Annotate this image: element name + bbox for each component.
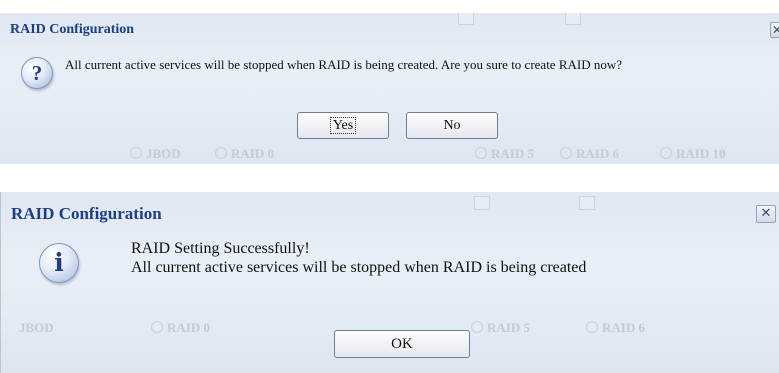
dialog-title: RAID Configuration — [10, 22, 135, 37]
yes-button-label: Yes — [329, 117, 357, 134]
yes-button[interactable]: Yes — [297, 112, 389, 139]
no-button[interactable]: No — [406, 112, 498, 139]
background-radio-jbod: JBOD — [19, 320, 54, 335]
services-warning-message: All current active services will be stop… — [131, 259, 587, 276]
background-radio-raid0: RAID 0 — [151, 320, 210, 336]
ok-button[interactable]: OK — [334, 330, 470, 358]
background-radio-raid5: RAID 5 — [475, 146, 534, 162]
raid-success-dialog: JBOD RAID 0 RAID 5 RAID 6 RAID Configura… — [0, 192, 779, 373]
raid-confirm-dialog: JBOD RAID 0 RAID 5 RAID 6 RAID 10 RAID C… — [0, 13, 779, 164]
question-icon: ? — [21, 57, 53, 89]
background-radio-raid0: RAID 0 — [215, 146, 274, 162]
background-checkbox — [579, 196, 595, 210]
background-checkbox — [458, 13, 474, 25]
dialog-message: All current active services will be stop… — [65, 57, 623, 72]
background-radio-raid5: RAID 5 — [471, 320, 530, 336]
background-checkbox — [474, 196, 490, 210]
background-radio-raid10: RAID 10 — [660, 146, 725, 162]
close-icon[interactable]: ✕ — [756, 205, 776, 223]
success-message: RAID Setting Successfully! — [131, 240, 310, 257]
info-icon: i — [39, 243, 79, 283]
background-checkbox — [565, 13, 581, 25]
dialog-title: RAID Configuration — [11, 204, 162, 223]
background-radio-raid6: RAID 6 — [586, 320, 645, 336]
close-icon[interactable]: ✕ — [770, 22, 779, 38]
background-radio-raid6: RAID 6 — [560, 146, 619, 162]
background-radio-jbod: JBOD — [130, 146, 181, 162]
